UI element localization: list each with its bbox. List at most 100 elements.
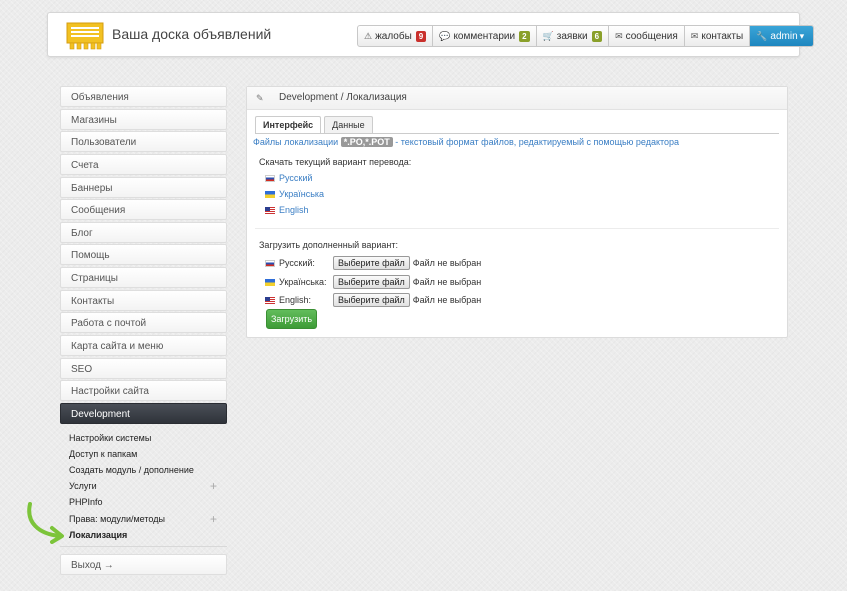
- sidebar-item-6[interactable]: Блог: [60, 221, 227, 243]
- choose-file-button[interactable]: Выберите файл: [333, 274, 410, 289]
- comment-icon: 💬: [439, 30, 451, 41]
- submenu-item[interactable]: Услуги +: [69, 478, 227, 494]
- header: Ваша доска объявлений ⚠ жалобы 9 💬 комментар…: [47, 12, 815, 57]
- flag-ru-icon: [265, 260, 275, 267]
- submenu-item[interactable]: Настройки системы: [69, 430, 227, 446]
- submenu-item[interactable]: Доступ к папкам: [69, 446, 227, 462]
- no-file-text: Файл не выбран: [412, 276, 482, 287]
- choose-file-button[interactable]: Выберите файл: [333, 293, 410, 307]
- nav-button-label: комментарии: [453, 30, 516, 42]
- submenu-item-label: Услуги: [69, 481, 97, 492]
- wrench-icon: 🔧: [756, 30, 768, 41]
- upload-lang-label: English:: [279, 295, 312, 305]
- submenu-item[interactable]: Создать модуль / дополнение: [69, 462, 227, 478]
- flag-us-icon: [265, 297, 275, 304]
- tabs: Интерфейс Данные: [255, 116, 376, 134]
- submenu-item[interactable]: PHPInfo: [69, 494, 227, 510]
- download-link-ru[interactable]: Русский: [265, 173, 312, 183]
- sidebar-submenu: Настройки системы Доступ к папкам Создать …: [60, 426, 227, 543]
- sidebar-item-4[interactable]: Баннеры: [60, 176, 227, 198]
- edit-icon: ✎: [256, 93, 264, 103]
- submenu-item-label: PHPInfo: [69, 497, 103, 508]
- sidebar-item-12[interactable]: SEO: [60, 357, 227, 379]
- upload-lang: English:: [265, 295, 333, 305]
- tab-0[interactable]: Интерфейс: [255, 116, 322, 134]
- no-file-text: Файл не выбран: [412, 295, 482, 305]
- sidebar-item-3[interactable]: Счета: [60, 153, 227, 175]
- nav-button-2[interactable]: 🛒 заявки 6: [537, 26, 610, 46]
- envelope-icon: ✉: [615, 30, 623, 41]
- format-badge: *.PO,*.POT: [340, 137, 393, 147]
- submenu-item-label: Доступ к папкам: [69, 448, 138, 459]
- sidebar-item-8[interactable]: Страницы: [60, 267, 227, 289]
- tab-1[interactable]: Данные: [324, 116, 373, 134]
- panel-header: ✎ Development / Локализация: [247, 87, 787, 110]
- count-badge: 2: [519, 30, 530, 42]
- upload-lang-label: Русский:: [279, 258, 315, 268]
- plus-icon[interactable]: +: [210, 478, 217, 494]
- logo-icon: [66, 22, 104, 50]
- sidebar-item-10[interactable]: Работа с почтой: [60, 312, 227, 334]
- count-badge: 6: [591, 30, 603, 42]
- sidebar-item-7[interactable]: Помощь: [60, 244, 227, 266]
- download-link-label: Українська: [279, 189, 325, 199]
- nav-button-label: сообщения: [625, 30, 678, 42]
- upload-submit-button[interactable]: Загрузить: [266, 309, 317, 329]
- sidebar-item-9[interactable]: Контакты: [60, 289, 227, 311]
- download-link-ua[interactable]: Українська: [265, 189, 324, 199]
- upload-row-ua: Українська: Выберите файл Файл не выбран: [265, 274, 481, 290]
- sidebar-item-1[interactable]: Магазины: [60, 108, 227, 130]
- download-link-label: Русский: [279, 173, 313, 183]
- nav-button-3[interactable]: ✉ сообщения: [609, 26, 685, 46]
- header-nav: ⚠ жалобы 9 💬 комментарии 2 🛒 заявки 6 ✉ сообщения ✉…: [357, 25, 815, 47]
- info-suffix: - текстовый формат файлов, редактируемый…: [395, 137, 680, 147]
- warning-icon: ⚠: [364, 30, 373, 41]
- info-prefix: Файлы локализации: [253, 137, 339, 147]
- upload-label: Загрузить дополненный вариант:: [259, 240, 399, 250]
- download-label: Скачать текущий вариант перевода:: [259, 157, 412, 167]
- upload-lang: Русский:: [265, 258, 333, 268]
- choose-file-button[interactable]: Выберите файл: [333, 256, 410, 270]
- sidebar-item-0[interactable]: Объявления: [60, 86, 227, 107]
- nav-button-4[interactable]: ✉ контакты: [685, 26, 751, 46]
- admin-label: admin: [770, 30, 798, 42]
- info-text: Файлы локализации *.PO,*.POT - текстовый…: [253, 137, 679, 147]
- submenu-item-label: Настройки системы: [69, 432, 152, 443]
- download-link-label: English: [279, 205, 309, 215]
- arrow-annotation-icon: [27, 502, 64, 544]
- count-badge: 9: [415, 30, 427, 42]
- submenu-item-label: Права: модули/методы: [69, 513, 165, 524]
- upload-lang: Українська:: [265, 277, 333, 287]
- envelope-icon: ✉: [690, 30, 699, 41]
- admin-menu-button[interactable]: 🔧 admin ▾: [750, 26, 814, 46]
- nav-button-1[interactable]: 💬 комментарии 2: [433, 26, 537, 46]
- upload-lang-label: Українська:: [279, 276, 327, 287]
- download-link-us[interactable]: English: [265, 205, 309, 215]
- sidebar-item-development[interactable]: Development: [60, 402, 227, 424]
- no-file-text: Файл не выбран: [412, 258, 482, 268]
- flag-ua-icon: [265, 278, 275, 286]
- flag-ua-icon: [265, 191, 275, 198]
- plus-icon[interactable]: +: [210, 511, 217, 527]
- localization-panel: ✎ Development / Локализация Интерфейс Дан…: [246, 86, 788, 338]
- submenu-item[interactable]: Права: модули/методы +: [69, 511, 227, 527]
- sidebar-item-5[interactable]: Сообщения: [60, 199, 227, 221]
- tab-divider: [255, 133, 779, 134]
- flag-us-icon: [265, 207, 275, 214]
- nav-button-0[interactable]: ⚠ жалобы 9: [358, 26, 434, 46]
- site-title: Ваша доска объявлений: [112, 26, 272, 42]
- breadcrumb: Development / Локализация: [279, 92, 407, 103]
- logout-button[interactable]: Выход →: [60, 554, 227, 575]
- caret-down-icon: ▾: [799, 30, 805, 41]
- submenu-item-label: Локализация: [69, 529, 128, 540]
- cart-icon: 🛒: [542, 30, 554, 41]
- sidebar-item-11[interactable]: Карта сайта и меню: [60, 335, 227, 357]
- section-divider: [255, 228, 779, 229]
- flag-ru-icon: [265, 175, 275, 182]
- sidebar-separator: [60, 546, 227, 547]
- nav-button-label: заявки: [556, 30, 588, 42]
- submenu-item[interactable]: Локализация: [69, 527, 227, 543]
- sidebar-item-13[interactable]: Настройки сайта: [60, 380, 227, 402]
- sidebar: Объявления Магазины Пользователи Счета Банне…: [60, 86, 227, 543]
- sidebar-item-2[interactable]: Пользователи: [60, 131, 227, 153]
